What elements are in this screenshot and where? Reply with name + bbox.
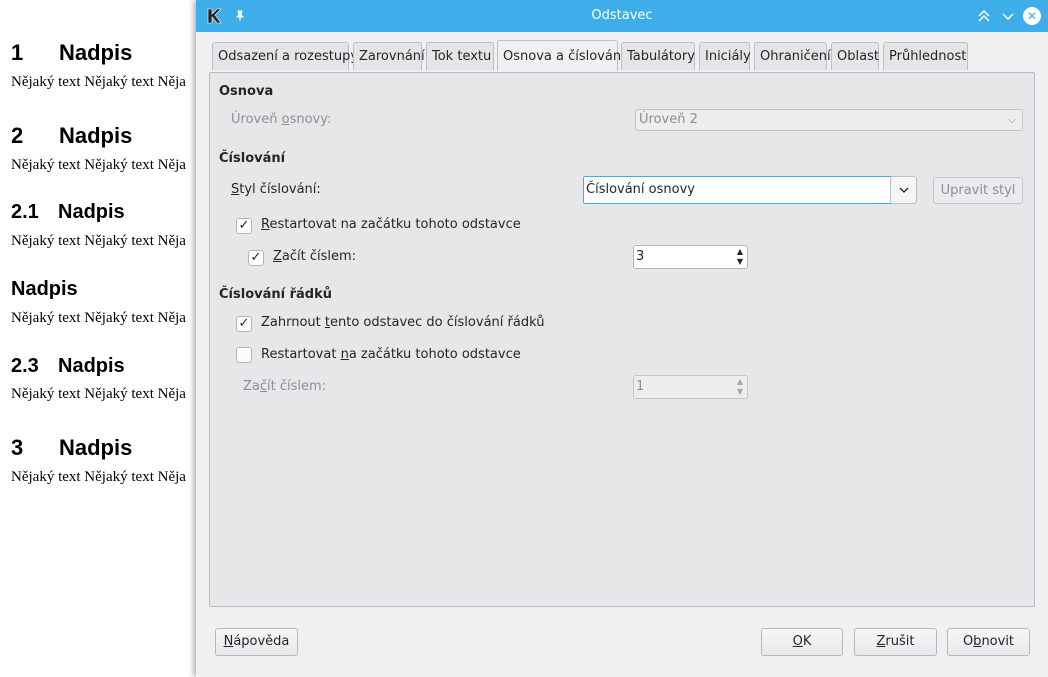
- outline-level-select[interactable]: Úroveň 2 ⌵: [635, 109, 1023, 131]
- tab-text-flow[interactable]: Tok textu: [426, 42, 494, 70]
- doc-heading-3: 3 Nadpis: [11, 435, 132, 461]
- heading-text: Nadpis: [59, 435, 133, 460]
- dialog-title: Odstavec: [591, 8, 653, 23]
- doc-heading-2-3: 2.3 Nadpis: [11, 355, 125, 378]
- line-start-at-spinbox[interactable]: 1 ▲ ▼: [633, 375, 748, 399]
- outline-level-label: Úroveň osnovy:: [231, 112, 332, 127]
- include-line-numbering-label[interactable]: Zahrnout tento odstavec do číslování řád…: [261, 315, 544, 330]
- heading-text: Nadpis: [59, 40, 133, 65]
- doc-paragraph-6: Nějaký text Nějaký text Něja: [11, 469, 186, 485]
- tab-tabs[interactable]: Tabulátory: [621, 42, 695, 70]
- minimize-icon[interactable]: [998, 6, 1018, 26]
- heading-number: 1: [11, 40, 24, 65]
- numbering-section-title: Číslování: [219, 151, 286, 166]
- heading-number: 2.1: [11, 201, 39, 223]
- doc-heading-2: 2 Nadpis: [11, 123, 132, 149]
- doc-paragraph-5: Nějaký text Nějaký text Něja: [11, 386, 186, 402]
- chevron-down-icon: [899, 187, 908, 193]
- ok-button[interactable]: OK: [761, 628, 843, 656]
- outline-section-title: Osnova: [219, 84, 274, 99]
- close-icon[interactable]: ✕: [1022, 6, 1042, 26]
- outline-level-value: Úroveň 2: [639, 112, 698, 127]
- numbering-style-input[interactable]: Číslování osnovy: [583, 176, 893, 204]
- numbering-style-label: Styl číslování:: [231, 182, 321, 197]
- tab-alignment[interactable]: Zarovnání: [353, 42, 425, 70]
- heading-text: Nadpis: [58, 201, 125, 223]
- tab-outline-numbering[interactable]: Osnova a číslování: [497, 40, 625, 71]
- heading-number: 2: [11, 123, 24, 148]
- heading-text: Nadpis: [11, 278, 78, 300]
- restart-numbering-label[interactable]: Restartovat na začátku tohoto odstavce: [261, 217, 521, 232]
- start-at-checkbox[interactable]: ✓: [248, 250, 264, 266]
- line-start-at-label: Začít číslem:: [243, 379, 327, 394]
- cancel-button[interactable]: Zrušit: [854, 628, 937, 656]
- spin-arrows-icon[interactable]: ▲ ▼: [737, 247, 743, 267]
- help-button[interactable]: Nápověda: [215, 628, 298, 656]
- chevron-down-icon: ⌵: [1007, 113, 1016, 126]
- keep-above-icon[interactable]: [974, 6, 994, 26]
- start-at-value: 3: [636, 249, 645, 264]
- numbering-style-dropdown-button[interactable]: [890, 176, 917, 204]
- checkmark-icon: ✓: [250, 250, 262, 265]
- start-at-label[interactable]: Začít číslem:: [273, 249, 356, 264]
- doc-heading-unnumbered: Nadpis: [11, 278, 78, 301]
- tab-panel: [209, 72, 1035, 607]
- tab-area[interactable]: Oblast: [831, 42, 879, 70]
- doc-paragraph-4: Nějaký text Nějaký text Něja: [11, 310, 186, 326]
- checkmark-icon: ✓: [238, 316, 250, 331]
- doc-paragraph-1: Nějaký text Nějaký text Něja: [11, 74, 186, 90]
- restart-line-numbering-label[interactable]: Restartovat na začátku tohoto odstavce: [261, 347, 521, 362]
- heading-number: 2.3: [11, 355, 39, 377]
- line-start-at-value: 1: [636, 379, 645, 394]
- start-at-spinbox[interactable]: 3 ▲ ▼: [633, 245, 748, 269]
- include-line-numbering-checkbox[interactable]: ✓: [236, 316, 252, 332]
- doc-heading-2-1: 2.1 Nadpis: [11, 201, 125, 224]
- spin-arrows-icon[interactable]: ▲ ▼: [737, 377, 743, 397]
- dialog-titlebar[interactable]: Odstavec ✕: [196, 0, 1048, 32]
- tab-transparency[interactable]: Průhlednost: [883, 42, 968, 70]
- restart-line-numbering-checkbox[interactable]: [236, 347, 252, 363]
- checkmark-icon: ✓: [238, 218, 250, 233]
- tab-drop-caps[interactable]: Iniciály: [699, 42, 751, 70]
- restart-numbering-checkbox[interactable]: ✓: [236, 218, 252, 234]
- tab-borders[interactable]: Ohraničení: [754, 42, 831, 70]
- doc-heading-1: 1 Nadpis: [11, 40, 132, 66]
- tab-indents-spacing[interactable]: Odsazení a rozestupy: [212, 42, 358, 70]
- heading-number: 3: [11, 435, 24, 460]
- document-page: 1 Nadpis Nějaký text Nějaký text Něja 2 Na…: [0, 0, 200, 677]
- heading-text: Nadpis: [59, 123, 133, 148]
- edit-style-button[interactable]: Upravit styl: [933, 177, 1023, 204]
- paragraph-dialog: Odstavec ✕ Odsazení a rozestupy Zarovnán…: [196, 0, 1048, 677]
- doc-paragraph-2: Nějaký text Nějaký text Něja: [11, 157, 186, 173]
- reset-button[interactable]: Obnovit: [947, 628, 1030, 656]
- line-numbering-section-title: Číslování řádků: [219, 287, 332, 302]
- doc-paragraph-3: Nějaký text Nějaký text Něja: [11, 233, 186, 249]
- heading-text: Nadpis: [58, 355, 125, 377]
